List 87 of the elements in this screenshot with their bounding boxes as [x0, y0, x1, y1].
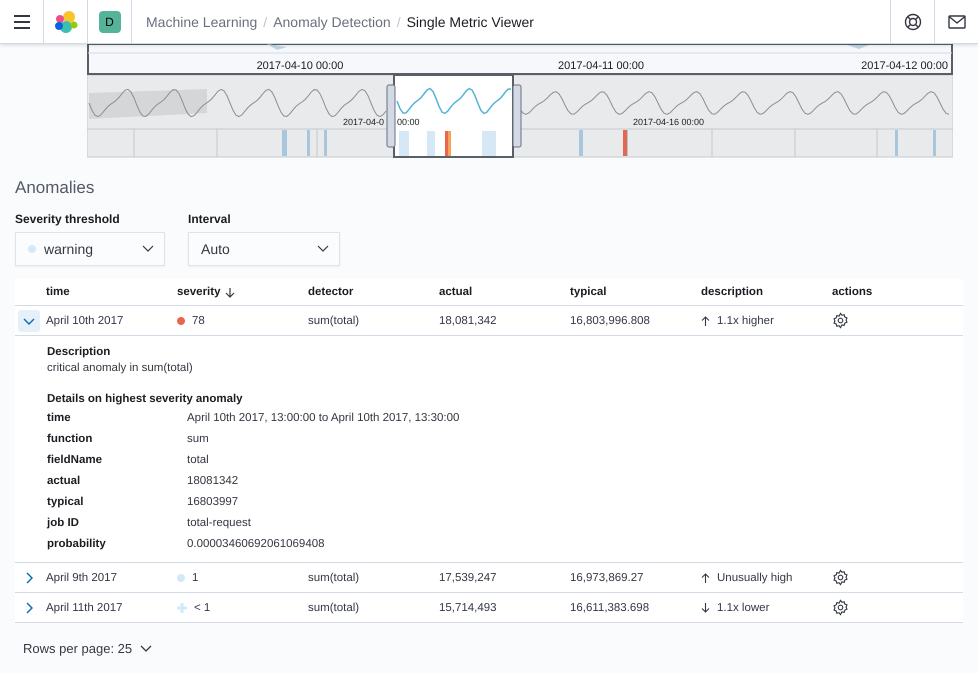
- axis-label: 00:00: [397, 117, 420, 127]
- severity-score: < 1: [194, 602, 210, 614]
- column-header[interactable]: typical: [570, 286, 701, 298]
- interval-select[interactable]: Auto: [188, 232, 340, 266]
- breadcrumb[interactable]: Anomaly Detection: [273, 14, 391, 30]
- swimlane-bar: [399, 131, 409, 156]
- detail-heading: Description: [47, 345, 112, 360]
- swimlane-bar: [482, 131, 496, 156]
- detail-label: fieldName: [47, 453, 103, 468]
- settings-icon[interactable]: [832, 312, 849, 329]
- table-cell-text: 18,081,342: [439, 314, 498, 326]
- table-cell-text: 16,803,996.808: [570, 314, 651, 326]
- table-cell-text: 17,539,247: [439, 572, 498, 584]
- space-avatar[interactable]: D: [98, 10, 120, 32]
- severity-dot: [28, 245, 36, 253]
- description-text: 1.1x lower: [717, 602, 770, 614]
- detail-value: April 10th 2017, 13:00:00 to April 10th 2017, 13:30:00: [187, 411, 460, 426]
- description-text: 1.1x higher: [717, 314, 774, 326]
- detail-label: function: [47, 432, 94, 447]
- help-icon[interactable]: [904, 12, 922, 30]
- table-cell-text: April 9th 2017: [46, 572, 118, 584]
- detail-value: 16803997: [187, 495, 240, 510]
- detail-text: critical anomaly in sum(total): [47, 361, 194, 376]
- detail-value: sum: [187, 432, 210, 447]
- table-cell-text: April 11th 2017: [46, 602, 124, 614]
- breadcrumb: Single Metric Viewer: [406, 14, 534, 30]
- table-cell-text: sum(total): [308, 314, 360, 326]
- detail-label: actual: [47, 474, 82, 489]
- swimlane-bar: [282, 130, 287, 156]
- axis-label: 2017-04-12 00:00: [861, 60, 948, 72]
- table-cell-text: 16,973,869.27: [570, 572, 645, 584]
- detail-heading: Details on highest severity anomaly: [47, 392, 244, 407]
- field-label: Interval: [188, 212, 232, 226]
- swimlane-bar: [307, 130, 310, 156]
- axis-label: 2017-04-16 00:00: [633, 117, 704, 127]
- table-cell-text: sum(total): [308, 572, 360, 584]
- description-text: Unusually high: [717, 572, 792, 584]
- detail-label: time: [47, 411, 72, 426]
- swimlane-bar: [427, 131, 435, 156]
- detail-label: probability: [47, 537, 107, 552]
- chevron-down-icon: [317, 245, 329, 253]
- arrow-down-icon: [701, 602, 710, 612]
- column-header[interactable]: severity: [177, 286, 308, 298]
- column-header[interactable]: description: [701, 286, 832, 298]
- mail-icon[interactable]: [948, 14, 966, 28]
- arrow-up-icon: [701, 316, 710, 326]
- severity-score: 78: [192, 314, 205, 326]
- column-header[interactable]: time: [46, 286, 177, 298]
- detail-label: job ID: [47, 516, 80, 531]
- axis-label: 2017-04-11 00:00: [558, 60, 644, 72]
- swimlane-bar: [895, 130, 898, 156]
- table-cell-text: 16,611,383.698: [570, 602, 650, 614]
- field-label: Severity threshold: [15, 212, 121, 226]
- table-cell-text: 15,714,493: [439, 602, 498, 614]
- brush-handle[interactable]: [386, 84, 396, 148]
- detail-value: total: [187, 453, 210, 468]
- chevron-down-icon: [142, 245, 154, 253]
- axis-label: 2017-04-0: [343, 117, 384, 127]
- arrow-up-icon: [701, 572, 710, 582]
- detail-value: 0.00003460692061069408: [187, 537, 326, 552]
- breadcrumb[interactable]: Machine Learning: [146, 14, 258, 30]
- detail-value: 18081342: [187, 474, 240, 489]
- breadcrumb-separator: /: [396, 14, 401, 30]
- chevron-down-icon: [140, 644, 152, 652]
- logo-icon[interactable]: [54, 10, 78, 34]
- sort-arrow-icon: [225, 286, 236, 298]
- severity-score: 1: [192, 572, 198, 584]
- rows-per-page-button[interactable]: Rows per page: 25: [15, 637, 160, 660]
- axis-label: 2017-04-10 00:00: [256, 60, 344, 72]
- brush-handle[interactable]: [512, 84, 522, 148]
- breadcrumb-separator: /: [263, 14, 268, 30]
- table-cell-text: sum(total): [308, 602, 360, 614]
- expand-toggle[interactable]: [18, 310, 40, 332]
- column-header[interactable]: detector: [308, 286, 439, 298]
- settings-icon[interactable]: [832, 599, 849, 616]
- menu-icon[interactable]: [12, 14, 30, 28]
- settings-icon[interactable]: [832, 569, 849, 586]
- column-header[interactable]: actions: [832, 286, 963, 298]
- column-header[interactable]: actual: [439, 286, 570, 298]
- swimlane-bar: [933, 130, 936, 156]
- severity-select[interactable]: warning: [15, 232, 165, 266]
- swimlane-bar: [579, 130, 583, 156]
- detail-value: total-request: [187, 516, 252, 531]
- detail-label: typical: [47, 495, 84, 510]
- swimlane-bar: [324, 130, 327, 156]
- table-cell-text: April 10th 2017: [46, 314, 124, 326]
- section-title: Anomalies: [15, 178, 96, 198]
